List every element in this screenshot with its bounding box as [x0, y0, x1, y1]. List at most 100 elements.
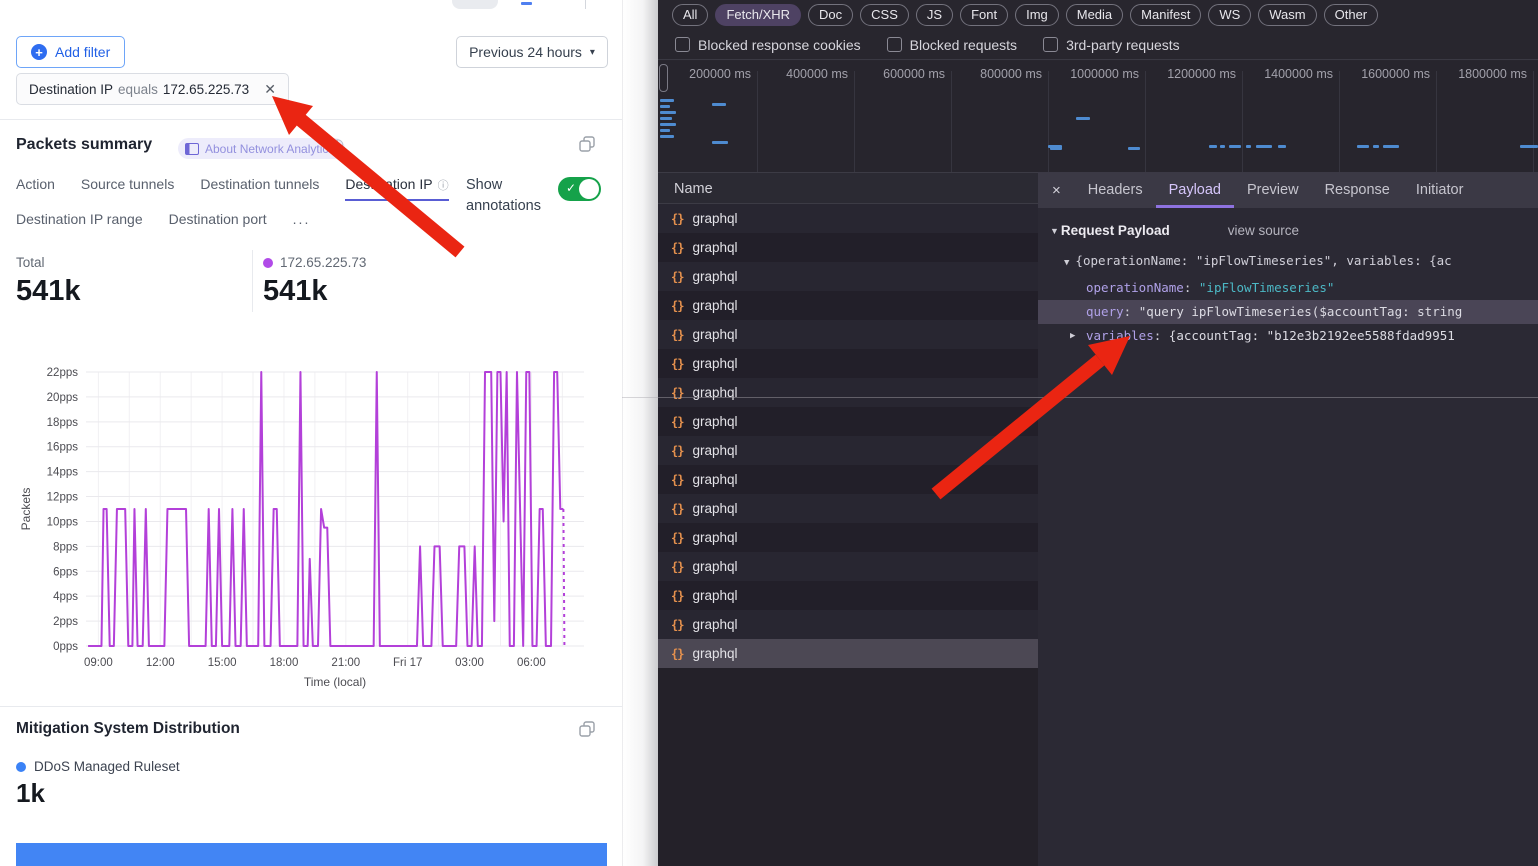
request-payload-section[interactable]: ▼ Request Payload view source — [1038, 220, 1538, 247]
filter-pill-all[interactable]: All — [672, 4, 708, 26]
add-filter-button[interactable]: + Add filter — [16, 36, 125, 68]
tab-source-tunnels[interactable]: Source tunnels — [81, 176, 174, 201]
tab-action[interactable]: Action — [16, 176, 55, 201]
svg-text:12:00: 12:00 — [146, 657, 175, 669]
filter-pill-fetch-xhr[interactable]: Fetch/XHR — [715, 4, 801, 26]
time-range-dropdown[interactable]: Previous 24 hours ▾ — [456, 36, 608, 68]
timeline-tick-label: 800000 ms — [932, 67, 1042, 81]
request-timing-marker — [660, 129, 670, 132]
show-annotations-toggle[interactable]: ✓ — [558, 177, 601, 201]
request-row[interactable]: {}graphql — [658, 610, 1038, 639]
request-timing-marker — [660, 123, 676, 126]
request-row[interactable]: {}graphql — [658, 233, 1038, 262]
filter-pill-other[interactable]: Other — [1324, 4, 1379, 26]
expand-triangle-icon[interactable]: ▶ — [1070, 324, 1075, 348]
svg-text:6pps: 6pps — [53, 566, 78, 578]
filter-pill-js[interactable]: JS — [916, 4, 953, 26]
chevron-down-icon: ▾ — [590, 47, 595, 58]
detail-tab-preview[interactable]: Preview — [1234, 172, 1312, 208]
request-timing-marker — [660, 135, 674, 138]
request-row[interactable]: {}graphql — [658, 291, 1038, 320]
svg-text:14pps: 14pps — [47, 467, 79, 479]
view-source-link[interactable]: view source — [1228, 223, 1299, 238]
request-timing-marker — [1128, 147, 1140, 150]
request-row[interactable]: {}graphql — [658, 407, 1038, 436]
checkbox-icon[interactable] — [1043, 37, 1058, 52]
packets-summary-title: Packets summary — [16, 136, 152, 154]
request-name: graphql — [692, 559, 737, 574]
filter-chip[interactable]: Destination IP equals 172.65.225.73 ✕ — [16, 73, 289, 105]
tab-destination-tunnels[interactable]: Destination tunnels — [200, 176, 319, 201]
payload-preview-line[interactable]: ▼{operationName: "ipFlowTimeseries", var… — [1038, 247, 1538, 276]
close-icon[interactable]: × — [1038, 172, 1075, 208]
svg-text:09:00: 09:00 — [84, 657, 113, 669]
json-file-icon: {} — [671, 212, 683, 226]
checkbox-icon[interactable] — [675, 37, 690, 52]
json-file-icon: {} — [671, 241, 683, 255]
tab-destination-port[interactable]: Destination port — [169, 211, 267, 233]
filter-pill-wasm[interactable]: Wasm — [1258, 4, 1316, 26]
request-row[interactable]: {}graphql — [658, 349, 1038, 378]
filter-pill-manifest[interactable]: Manifest — [1130, 4, 1201, 26]
summary-tabs-row1: Action Source tunnels Destination tunnels D… — [16, 176, 449, 201]
payload-row-variables[interactable]: ▶variables: {accountTag: "b12e3b2192ee55… — [1038, 324, 1538, 348]
about-network-analytics-badge[interactable]: About Network Analytics — [178, 138, 345, 159]
name-column-header[interactable]: Name — [658, 172, 1038, 204]
tab-destination-ip[interactable]: Destination IPⓘ — [345, 176, 448, 201]
request-row[interactable]: {}graphql — [658, 465, 1038, 494]
request-row[interactable]: {}graphql — [658, 523, 1038, 552]
filter-pill-doc[interactable]: Doc — [808, 4, 853, 26]
checkbox-icon[interactable] — [887, 37, 902, 52]
filter-pill-css[interactable]: CSS — [860, 4, 909, 26]
request-name: graphql — [692, 327, 737, 342]
mitigation-bar — [16, 843, 607, 866]
detail-tab-response[interactable]: Response — [1312, 172, 1403, 208]
request-row[interactable]: {}graphql — [658, 262, 1038, 291]
request-timing-marker — [660, 105, 670, 108]
filter-pill-ws[interactable]: WS — [1208, 4, 1251, 26]
payload-row-query[interactable]: query: "query ipFlowTimeseries($accountT… — [1038, 300, 1538, 324]
payload-row-operationname[interactable]: operationName: "ipFlowTimeseries" — [1038, 276, 1538, 300]
filter-pill-img[interactable]: Img — [1015, 4, 1059, 26]
request-timing-marker — [1076, 117, 1090, 120]
detail-tabbar: × HeadersPayloadPreviewResponseInitiator — [1038, 172, 1538, 208]
request-row[interactable]: {}graphql — [658, 204, 1038, 233]
filter-pill-media[interactable]: Media — [1066, 4, 1123, 26]
checkbox-3rd-party-requests[interactable]: 3rd-party requests — [1043, 37, 1180, 53]
filter-pill-font[interactable]: Font — [960, 4, 1008, 26]
detail-tab-headers[interactable]: Headers — [1075, 172, 1156, 208]
more-tabs-button[interactable]: ... — [293, 211, 311, 233]
request-row[interactable]: {}graphql — [658, 639, 1038, 668]
network-waterfall-overview[interactable]: 200000 ms400000 ms600000 ms800000 ms1000… — [658, 61, 1538, 173]
detail-tab-initiator[interactable]: Initiator — [1403, 172, 1477, 208]
request-timing-marker — [1209, 145, 1217, 148]
checkbox-blocked-response-cookies[interactable]: Blocked response cookies — [675, 37, 861, 53]
copy-icon[interactable] — [578, 135, 596, 153]
request-timing-marker — [1050, 147, 1062, 150]
svg-text:16pps: 16pps — [47, 442, 79, 454]
screenshot-seam — [622, 397, 1538, 398]
filter-operator: equals — [118, 82, 158, 97]
request-name: graphql — [692, 269, 737, 284]
page-title: All traffic — [14, 0, 214, 3]
request-row[interactable]: {}graphql — [658, 320, 1038, 349]
request-row[interactable]: {}graphql — [658, 436, 1038, 465]
checkbox-blocked-requests[interactable]: Blocked requests — [887, 37, 1017, 53]
request-row[interactable]: {}graphql — [658, 581, 1038, 610]
request-row[interactable]: {}graphql — [658, 378, 1038, 407]
request-payload-title: Request Payload — [1061, 223, 1170, 238]
toolbar-fragment-divider — [585, 0, 586, 9]
request-name: graphql — [692, 646, 737, 661]
request-row[interactable]: {}graphql — [658, 494, 1038, 523]
request-row[interactable]: {}graphql — [658, 552, 1038, 581]
copy-icon[interactable] — [578, 720, 596, 738]
remove-filter-icon[interactable]: ✕ — [264, 81, 276, 98]
tab-destination-ip-range[interactable]: Destination IP range — [16, 211, 143, 233]
detail-tab-payload[interactable]: Payload — [1156, 172, 1234, 208]
book-icon — [185, 143, 199, 155]
svg-text:20pps: 20pps — [47, 392, 79, 404]
request-timing-marker — [1383, 145, 1399, 148]
svg-text:18pps: 18pps — [47, 417, 79, 429]
request-timing-marker — [712, 141, 728, 144]
check-icon: ✓ — [566, 181, 576, 195]
